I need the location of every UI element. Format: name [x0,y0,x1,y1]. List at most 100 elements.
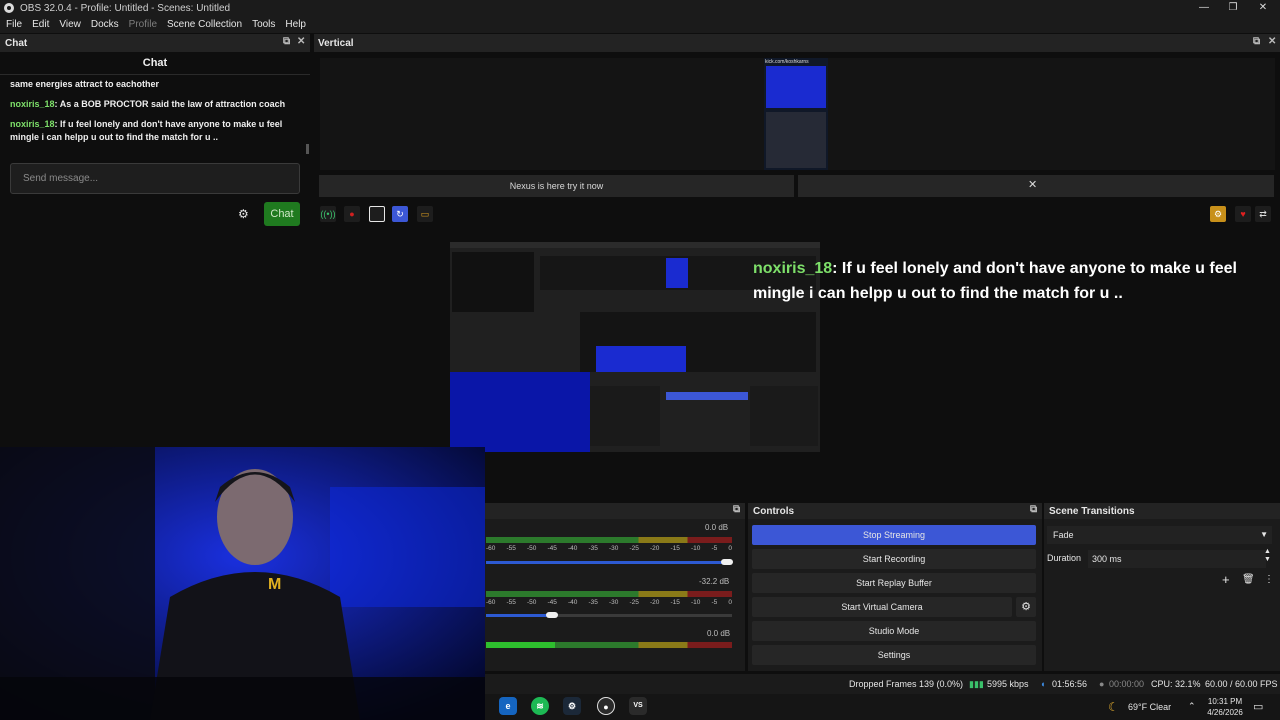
menu-profile[interactable]: Profile [129,19,157,30]
volume-slider-knob[interactable] [721,559,734,565]
vertical-canvas[interactable]: kick.com/koshkarns [764,58,828,170]
steam-icon[interactable]: ⚙ [563,697,581,715]
chat-header: Chat [142,57,168,69]
clock[interactable]: 10:31 PM 4/26/2026 [1205,696,1245,718]
weather-icon: ☾ [1108,700,1119,714]
stop-icon[interactable] [369,206,385,222]
signal-icon: ▮▮▮ [969,679,984,689]
menu-edit[interactable]: Edit [32,19,49,30]
menu-tools[interactable]: Tools [252,19,275,30]
chat-message: same energies attract to eachother [10,79,160,89]
chat-send-button[interactable]: Chat [264,202,300,226]
virtual-camera-settings-icon[interactable]: ⚙ [1016,597,1036,617]
undock-icon[interactable]: ⧉ [733,504,740,515]
close-window-button[interactable]: ✕ [1248,0,1278,16]
replay-icon[interactable]: ↻ [392,206,408,222]
mixer-header: ⧉ [485,503,745,519]
meter-ticks: -60 -55 -50 -45 -40 -35 -30 -25 -20 -15 -10 -5 0 [486,545,732,552]
chat-dock-title: Chat [5,37,28,49]
duration-label: Duration [1047,553,1082,563]
more-options-icon[interactable]: ⋮ [1264,574,1274,585]
stream-time: 01:56:56 [1052,679,1088,689]
gear-icon[interactable]: ⚙ [238,207,249,221]
vertical-dock-header: Vertical ⧉ ✕ [314,34,1280,52]
undock-icon[interactable]: ⧉ [1030,504,1037,515]
settings-button[interactable]: Settings [752,645,1036,665]
minimize-button[interactable]: — [1189,0,1219,16]
transitions-header: Scene Transitions [1044,503,1280,519]
transition-select[interactable]: Fade ▼ [1047,526,1272,544]
spinbox-arrows-icon[interactable]: ▲ ▼ [1264,548,1271,564]
vertical-screen-thumb [766,112,826,168]
close-icon[interactable]: ✕ [1268,36,1276,47]
start-recording-button[interactable]: Start Recording [752,549,1036,569]
vertical-dock-title: Vertical [318,37,354,49]
undock-icon[interactable]: ⧉ [1253,36,1260,47]
window-title: OBS 32.0.4 - Profile: Untitled - Scenes:… [20,2,231,14]
vertical-preview-url: kick.com/koshkarns [765,59,809,65]
duration-input[interactable]: 300 ms [1088,550,1266,568]
edge-icon[interactable]: e [499,697,517,715]
record-status-icon: ● [1099,679,1105,689]
send-message-input[interactable]: Send message... [10,163,300,194]
obs-logo-icon [4,3,14,13]
fps: 60.00 / 60.00 FPS [1205,679,1278,689]
vscode-icon[interactable]: VS [629,697,647,715]
add-icon[interactable]: + [1222,572,1230,587]
meter-ticks: -60 -55 -50 -45 -40 -35 -30 -25 -20 -15 -10 -5 0 [486,599,732,606]
nexus-banner[interactable]: Nexus is here try it now [319,175,794,197]
spotify-icon[interactable]: ≋ [531,697,549,715]
volume-slider[interactable] [486,561,732,564]
record-icon[interactable]: ● [344,206,360,222]
virtual-camera-icon[interactable]: ▭ [417,206,433,222]
bitrate: 5995 kbps [987,679,1029,689]
title-bar: OBS 32.0.4 - Profile: Untitled - Scenes:… [0,0,1280,16]
menu-scene-collection[interactable]: Scene Collection [167,19,242,30]
menu-help[interactable]: Help [285,19,306,30]
start-replay-buffer-button[interactable]: Start Replay Buffer [752,573,1036,593]
undock-icon[interactable]: ⧉ [283,36,290,47]
webcam-feed: M [0,447,485,720]
record-time: 00:00:00 [1109,679,1145,689]
chat-username[interactable]: noxiris_18 [10,119,55,129]
cpu-usage: CPU: 32.1% [1151,679,1201,689]
start-virtual-camera-button[interactable]: Start Virtual Camera [752,597,1012,617]
share-icon[interactable]: ⇄ [1255,206,1271,222]
volume-slider[interactable] [486,614,732,617]
settings-gear-icon[interactable]: ⚙ [1210,206,1226,222]
obs-taskbar-icon[interactable]: ● [597,697,615,715]
menu-docks[interactable]: Docks [91,19,119,30]
volume-meter [486,537,732,543]
chat-divider [0,74,310,75]
menu-bar: File Edit View Docks Profile Scene Colle… [0,16,1280,33]
studio-mode-button[interactable]: Studio Mode [752,621,1036,641]
stop-streaming-button[interactable]: Stop Streaming [752,525,1036,545]
close-banner-button[interactable]: ✕ [1028,178,1037,191]
stream-icon[interactable]: ((•)) [320,206,336,222]
channel-db-readout: -32.2 dB [699,577,730,586]
menu-view[interactable]: View [59,19,81,30]
chat-message: noxiris_18: As a BOB PROCTOR said the la… [10,99,286,109]
close-icon[interactable]: ✕ [297,36,305,47]
vertical-webcam-thumb [766,66,826,108]
notification-icon[interactable]: ▭ [1253,700,1263,713]
volume-meter [486,591,732,597]
chat-dock-header: Chat ⧉ ✕ [0,34,310,52]
volume-slider-knob[interactable] [546,612,559,618]
heart-icon[interactable]: ♥ [1235,206,1251,222]
svg-text:M: M [268,576,281,593]
tray-chevron-icon[interactable]: ⌃ [1188,701,1196,712]
trash-icon[interactable]: 🗑 [1242,574,1255,585]
overlay-username: noxiris_18 [753,260,833,277]
chat-overlay: noxiris_18: If u feel lonely and don't h… [753,256,1253,306]
restore-button[interactable]: ❐ [1218,0,1248,16]
channel-db-readout: 0.0 dB [707,629,731,638]
chat-username[interactable]: noxiris_18 [10,99,55,109]
chat-scrollbar[interactable] [306,144,309,154]
menu-file[interactable]: File [6,19,22,30]
status-bar: Dropped Frames 139 (0.0%) ▮▮▮ 5995 kbps … [485,674,1280,694]
chevron-down-icon: ▼ [1260,530,1268,539]
weather-readout[interactable]: 69°F Clear [1128,702,1171,712]
volume-meter [486,642,732,648]
stream-status-icon: ◖ [1040,679,1046,689]
